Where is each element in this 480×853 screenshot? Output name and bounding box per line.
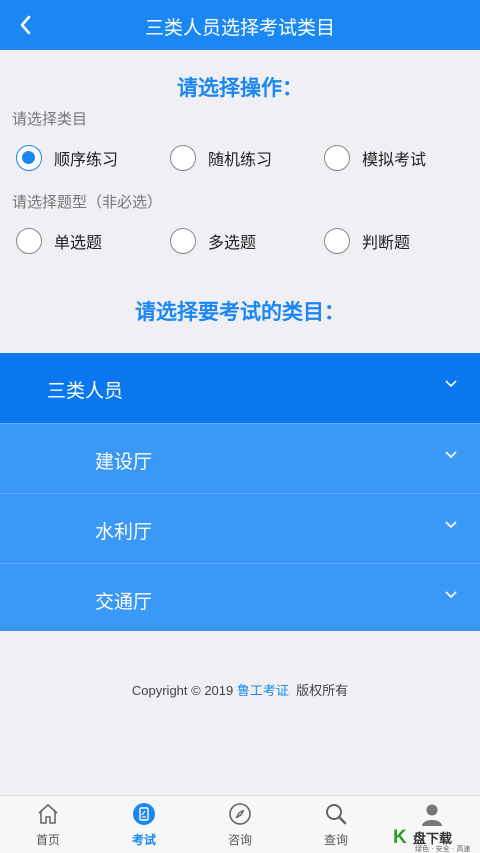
app-header: 三类人员选择考试类目 <box>0 0 480 50</box>
chevron-down-icon <box>445 521 457 529</box>
category-three-personnel[interactable]: 三类人员 <box>0 353 480 423</box>
radio-circle[interactable] <box>16 228 42 254</box>
category-water-dept[interactable]: 水利厅 <box>0 493 480 563</box>
tab-label: 考试 <box>131 833 156 847</box>
home-icon <box>38 804 58 824</box>
operation-title: 请选择操作： <box>177 76 303 100</box>
exam-category-title: 请选择要考试的类目： <box>135 300 345 324</box>
search-icon <box>326 804 347 825</box>
tab-home[interactable]: 首页 <box>0 796 96 853</box>
exam-icon <box>133 803 155 825</box>
radio-single-choice[interactable]: 单选题 <box>16 226 102 256</box>
radio-label: 多选题 <box>208 233 257 252</box>
category-name: 建设厅 <box>95 451 153 473</box>
radio-circle[interactable] <box>324 228 350 254</box>
radio-mock-exam[interactable]: 模拟考试 <box>324 143 426 173</box>
category-group-label: 请选择类目 <box>12 110 88 128</box>
copyright-text: Copyright © 2019 鲁工考证 版权所有 <box>0 680 480 699</box>
radio-multiple-choice[interactable]: 多选题 <box>170 226 256 256</box>
watermark-logo: K 盘下载 绿色 · 安全 · 高速 <box>393 827 477 853</box>
tab-consult[interactable]: 咨询 <box>192 796 288 853</box>
category-transport-dept[interactable]: 交通厅 <box>0 563 480 631</box>
radio-circle[interactable] <box>170 145 196 171</box>
radio-true-false[interactable]: 判断题 <box>324 226 410 256</box>
page-title: 三类人员选择考试类目 <box>144 17 335 39</box>
radio-circle[interactable] <box>324 145 350 171</box>
category-name: 三类人员 <box>47 380 124 402</box>
radio-label: 顺序练习 <box>54 150 119 169</box>
user-icon <box>422 804 442 826</box>
tab-label: 首页 <box>35 833 60 847</box>
compass-icon <box>229 803 251 825</box>
tab-exam[interactable]: 考试 <box>96 796 192 853</box>
question-type-radio-group: 单选题 多选题 判断题 <box>0 226 480 256</box>
category-name: 水利厅 <box>95 521 153 543</box>
question-type-group-label: 请选择题型（非必选） <box>12 193 163 211</box>
radio-label: 判断题 <box>362 233 411 252</box>
tab-label: 咨询 <box>227 833 252 847</box>
chevron-down-icon <box>445 591 457 599</box>
category-construction-dept[interactable]: 建设厅 <box>0 423 480 493</box>
tab-label: 查询 <box>323 833 348 847</box>
radio-random-practice[interactable]: 随机练习 <box>170 143 272 173</box>
radio-label: 随机练习 <box>208 150 273 169</box>
brand-link[interactable]: 鲁工考证 <box>237 683 289 698</box>
category-name: 交通厅 <box>95 591 153 613</box>
radio-circle-checked[interactable] <box>16 145 42 171</box>
watermark-subtext: 绿色 · 安全 · 高速 <box>415 845 471 853</box>
radio-sequential-practice[interactable]: 顺序练习 <box>16 143 118 173</box>
tab-query[interactable]: 查询 <box>288 796 384 853</box>
copyright-prefix: Copyright © 2019 <box>131 683 237 698</box>
category-radio-group: 顺序练习 随机练习 模拟考试 <box>0 143 480 173</box>
chevron-down-icon <box>445 451 457 459</box>
chevron-down-icon <box>445 380 457 388</box>
radio-circle[interactable] <box>170 228 196 254</box>
radio-label: 模拟考试 <box>362 150 427 169</box>
watermark-k-icon: K <box>393 827 407 848</box>
radio-label: 单选题 <box>54 233 103 252</box>
copyright-suffix: 版权所有 <box>288 683 349 698</box>
